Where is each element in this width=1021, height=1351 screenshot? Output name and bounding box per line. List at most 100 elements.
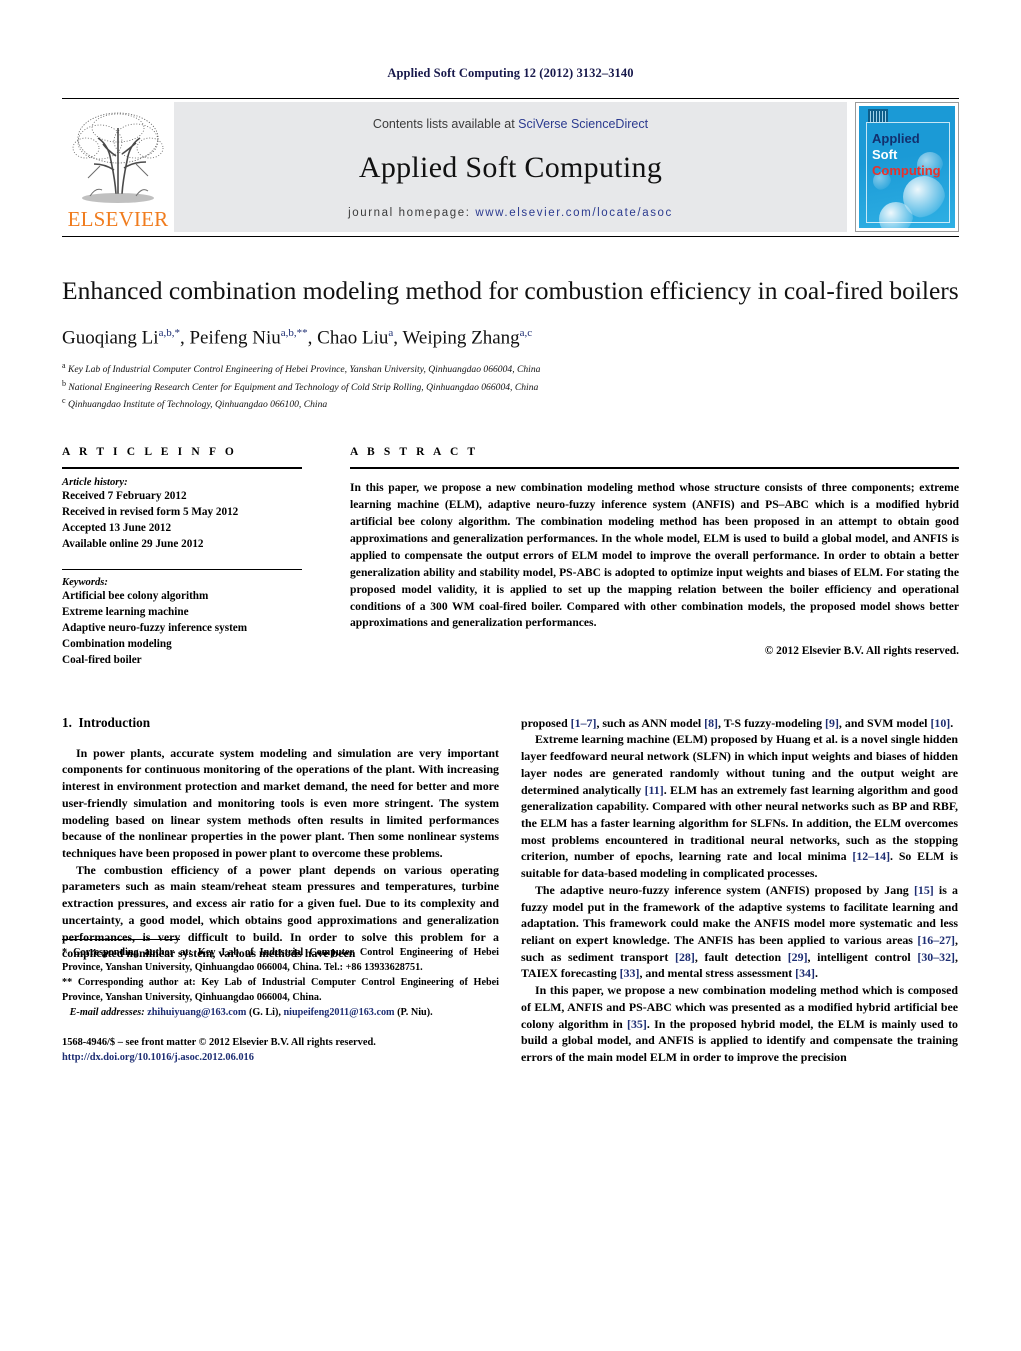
email-owner-1: (G. Li), — [248, 1006, 281, 1018]
citation-link[interactable]: [29] — [788, 950, 808, 964]
sciencedirect-link[interactable]: SciVerse ScienceDirect — [518, 117, 648, 131]
affiliation-mark: b — [62, 378, 66, 388]
paragraph: In this paper, we propose a new combinat… — [521, 983, 958, 1065]
body-column-right: proposed [1–7], such as ANN model [8], T… — [521, 715, 958, 1066]
body-column-left: 1. Introduction In power plants, accurat… — [62, 715, 499, 1066]
citation-link[interactable]: [11] — [645, 783, 664, 797]
email-link-1[interactable]: zhihuiyuang@163.com — [147, 1007, 246, 1018]
citation-link[interactable]: [33] — [620, 966, 640, 980]
section-title: Introduction — [78, 714, 151, 730]
abstract-column: A B S T R A C T In this paper, we propos… — [350, 446, 959, 668]
citation-link[interactable]: [34] — [795, 966, 815, 980]
citation-link[interactable]: [12–14] — [852, 849, 890, 863]
keyword-item: Combination modeling — [62, 637, 172, 650]
citation-link[interactable]: [30–32] — [917, 950, 955, 964]
affiliation-text: Key Lab of Industrial Computer Control E… — [67, 364, 541, 376]
email-label: E-mail addresses: — [69, 1006, 145, 1018]
footnotes-block: * Corresponding author at: Key Lab of In… — [62, 939, 499, 1066]
elsevier-tree-icon — [72, 112, 164, 203]
section-number: 1. — [62, 714, 72, 730]
footnote-divider — [62, 939, 180, 941]
footnote-corresponding-author-2: ** Corresponding author at: Key Lab of I… — [62, 976, 499, 1003]
citation-link[interactable]: [16–27] — [917, 933, 955, 947]
front-matter-block: 1568-4946/$ – see front matter © 2012 El… — [62, 1035, 499, 1066]
affiliation-text: National Engineering Research Center for… — [68, 381, 539, 393]
article-history-block: Article history: Received 7 February 201… — [62, 477, 302, 553]
citation-link[interactable]: [35] — [627, 1017, 647, 1031]
running-head: Applied Soft Computing 12 (2012) 3132–31… — [387, 66, 634, 80]
elsevier-logo: ELSEVIER — [62, 102, 174, 232]
author-affil-marks: a,b,** — [280, 327, 308, 340]
citation-link[interactable]: [10] — [930, 716, 950, 730]
contents-prefix: Contents lists available at — [372, 117, 519, 131]
keyword-item: Artificial bee colony algorithm — [62, 590, 209, 603]
homepage-prefix: journal homepage: — [348, 207, 471, 219]
doi-link[interactable]: http://dx.doi.org/10.1016/j.asoc.2012.06… — [62, 1050, 499, 1066]
info-abstract-section: A R T I C L E I N F O Article history: R… — [0, 446, 1021, 668]
citation-link[interactable]: [15] — [914, 883, 934, 897]
author-affil-marks: a,c — [519, 327, 533, 340]
cover-title-line-3: Computing — [872, 163, 941, 178]
section-heading-introduction: 1. Introduction — [62, 715, 499, 731]
history-item: Received 7 February 2012 — [62, 490, 187, 503]
abstract-heading: A B S T R A C T — [350, 446, 479, 459]
paragraph: Extreme learning machine (ELM) proposed … — [521, 732, 958, 881]
footnote-emails: E-mail addresses: zhihuiyuang@163.com (G… — [62, 1006, 499, 1021]
keywords-block: Keywords: Artificial bee colony algorith… — [62, 569, 302, 669]
abstract-rule — [350, 467, 959, 470]
author-name: Chao Liu — [317, 327, 389, 349]
citation-link[interactable]: [9] — [825, 716, 839, 730]
body-columns: 1. Introduction In power plants, accurat… — [0, 715, 1021, 1066]
email-link-2[interactable]: niupeifeng2011@163.com — [283, 1007, 394, 1018]
elsevier-wordmark: ELSEVIER — [67, 207, 169, 231]
front-matter-line: 1568-4946/$ – see front matter © 2012 El… — [62, 1036, 376, 1048]
author-name: Peifeng Niu — [189, 327, 281, 349]
email-owner-2: (P. Niu). — [397, 1006, 433, 1018]
author-name: Weiping Zhang — [402, 327, 520, 349]
citation-link[interactable]: [8] — [704, 716, 718, 730]
keywords-title: Keywords: — [62, 577, 108, 589]
article-info-heading: A R T I C L E I N F O — [62, 446, 237, 459]
affiliation-line: b National Engineering Research Center f… — [62, 378, 959, 395]
homepage-url-link[interactable]: www.elsevier.com/locate/asoc — [475, 207, 673, 219]
paragraph: In power plants, accurate system modelin… — [62, 745, 499, 860]
journal-band: Contents lists available at SciVerse Sci… — [174, 102, 847, 232]
keywords-rule — [62, 569, 302, 571]
history-item: Available online 29 June 2012 — [62, 538, 204, 551]
cover-emblem-icon — [868, 109, 888, 122]
journal-cover-thumbnail[interactable]: Applied Soft Computing — [855, 102, 959, 232]
history-item: Accepted 13 June 2012 — [62, 522, 172, 535]
keyword-item: Extreme learning machine — [62, 606, 189, 619]
citation-link[interactable]: [28] — [675, 950, 695, 964]
page-title: Enhanced combination modeling method for… — [62, 276, 959, 305]
affiliation-line: a Key Lab of Industrial Computer Control… — [62, 360, 959, 377]
journal-homepage-line: journal homepage: www.elsevier.com/locat… — [348, 207, 673, 219]
author-affil-marks: a,b,* — [158, 327, 180, 340]
cover-bubble — [879, 202, 913, 228]
journal-title: Applied Soft Computing — [358, 151, 663, 184]
cover-artwork: Applied Soft Computing — [859, 106, 955, 228]
abstract-text: In this paper, we propose a new combinat… — [350, 481, 959, 630]
cover-title-line-1: Applied — [872, 131, 920, 146]
cover-title-line-2: Soft — [872, 147, 898, 162]
masthead-bottom-rule — [62, 236, 959, 237]
title-block: Enhanced combination modeling method for… — [0, 275, 1021, 412]
article-history-title: Article history: — [62, 477, 128, 489]
history-item: Received in revised form 5 May 2012 — [62, 506, 239, 519]
keyword-item: Coal-fired boiler — [62, 653, 142, 666]
author-affil-marks: a — [388, 327, 394, 340]
article-info-rule — [62, 467, 302, 470]
author-list: Guoqiang Lia,b,*, Peifeng Niua,b,**, Cha… — [62, 327, 533, 349]
abstract-copyright: © 2012 Elsevier B.V. All rights reserved… — [764, 645, 959, 658]
citation-link[interactable]: [1–7] — [571, 716, 597, 730]
author-name: Guoqiang Li — [62, 327, 159, 349]
journal-masthead: ELSEVIER Contents lists available at Sci… — [0, 98, 1021, 237]
masthead-top-rule — [62, 98, 959, 99]
affiliation-line: c Qinhuangdao Institute of Technology, Q… — [62, 395, 959, 412]
affiliation-mark: a — [62, 361, 66, 371]
paper-page: Applied Soft Computing 12 (2012) 3132–31… — [0, 0, 1021, 1351]
affiliation-mark: c — [62, 396, 66, 406]
footnote-corresponding-author-1: * Corresponding author at: Key Lab of In… — [62, 947, 499, 973]
paragraph: proposed [1–7], such as ANN model [8], T… — [521, 715, 954, 730]
paragraph: The adaptive neuro-fuzzy inference syste… — [521, 882, 959, 981]
